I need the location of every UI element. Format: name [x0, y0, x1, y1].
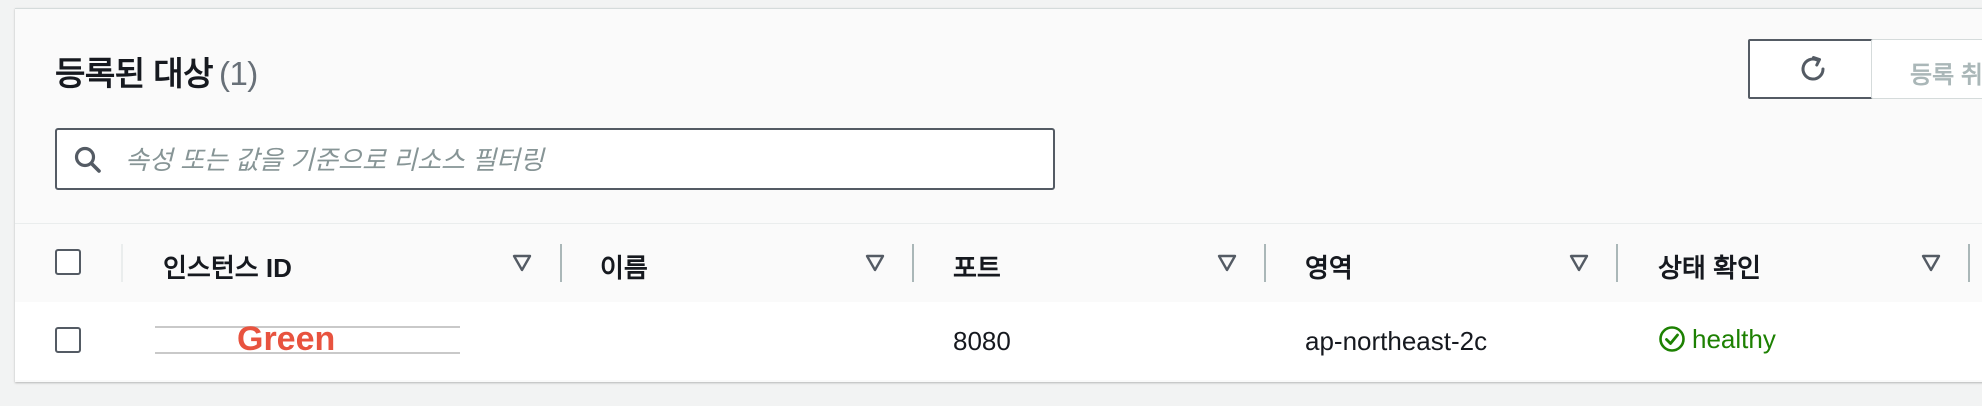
column-header-port[interactable]: 포트	[953, 248, 1001, 285]
search-icon	[74, 146, 101, 173]
cell-port: 8080	[953, 326, 1011, 356]
column-resize-handle[interactable]	[560, 244, 562, 282]
sort-down-triangle-icon[interactable]	[512, 254, 532, 272]
deregister-button[interactable]: 등록 취소	[1871, 39, 1982, 99]
green-annotation-label: Green	[237, 320, 336, 358]
column-header-instance-id[interactable]: 인스턴스 ID	[163, 248, 292, 285]
health-status-text: healthy	[1692, 324, 1776, 354]
column-header-name[interactable]: 이름	[600, 248, 648, 285]
column-resize-handle[interactable]	[1264, 244, 1266, 282]
table-header: 인스턴스 ID 이름 포트 영역 상태 확인	[15, 223, 1982, 303]
search-input[interactable]	[123, 138, 1027, 182]
deregister-label: 등록 취소	[1910, 62, 1982, 89]
page-title: 등록된 대상 (1)	[55, 47, 258, 95]
sort-down-triangle-icon[interactable]	[1569, 254, 1589, 272]
health-status: healthy	[1658, 324, 1776, 355]
title-text: 등록된 대상	[55, 55, 213, 92]
select-all-checkbox[interactable]	[55, 249, 81, 275]
sort-down-triangle-icon[interactable]	[1921, 254, 1941, 272]
check-circle-icon	[1659, 326, 1685, 352]
row-select-checkbox[interactable]	[55, 327, 81, 353]
column-header-zone[interactable]: 영역	[1305, 248, 1353, 285]
registered-targets-panel: 등록된 대상(1) 등록 취소 인스턴스 ID 이름 포트	[15, 8, 1982, 382]
column-resize-handle[interactable]	[912, 244, 914, 282]
refresh-button[interactable]	[1748, 39, 1878, 99]
sort-down-triangle-icon[interactable]	[865, 254, 885, 272]
column-resize-handle[interactable]	[1968, 244, 1970, 282]
refresh-icon	[1801, 56, 1825, 81]
column-header-health-check[interactable]: 상태 확인	[1658, 248, 1761, 285]
column-divider	[121, 244, 123, 282]
column-resize-handle[interactable]	[1616, 244, 1618, 282]
table-row[interactable]: Green 8080 ap-northeast-2c healthy	[15, 302, 1982, 380]
target-count: (1)	[218, 55, 258, 92]
sort-down-triangle-icon[interactable]	[1217, 254, 1237, 272]
cell-zone: ap-northeast-2c	[1305, 326, 1488, 356]
search-field[interactable]	[55, 128, 1055, 190]
